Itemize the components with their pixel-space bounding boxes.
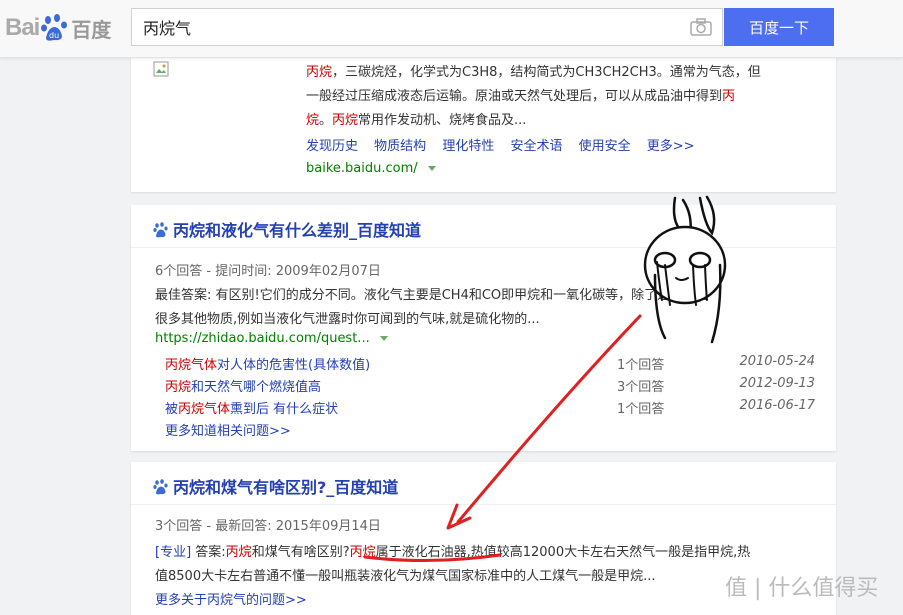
search-input[interactable]	[132, 9, 672, 45]
paw-icon: du	[40, 14, 70, 42]
divider	[131, 247, 836, 248]
baike-url[interactable]: baike.baidu.com/	[306, 161, 436, 176]
camera-icon[interactable]	[690, 18, 712, 36]
answer-line-1: [专业] 答案:丙烷和煤气有啥区别?丙烷属于液化石油器,热值较高12000大卡左…	[155, 545, 751, 560]
zhidao-title-row-2[interactable]: 丙烷和煤气有啥区别?_百度知道	[153, 474, 398, 499]
broken-image-icon[interactable]	[153, 61, 169, 81]
search-box[interactable]	[131, 8, 723, 46]
sublink-history[interactable]: 发现历史	[306, 139, 358, 154]
answer-meta: 6个回答 - 提问时间: 2009年02月07日	[155, 264, 381, 279]
zhidao-url-1[interactable]: https://zhidao.baidu.com/quest...	[155, 331, 388, 346]
sublink-properties[interactable]: 理化特性	[442, 139, 494, 154]
dropdown-arrow-icon[interactable]	[427, 166, 436, 171]
related-question-row[interactable]: 丙烷气体对人体的危害性(具体数值) 1个回答 2010-05-24	[165, 354, 815, 374]
pro-tag: [专业]	[155, 545, 192, 560]
answer-meta: 3个回答 - 最新回答: 2015年09月14日	[155, 519, 381, 534]
baike-line-3: 烷。丙烷常用作发动机、烧烤食品及...	[306, 113, 527, 128]
baike-line-2: 一般经过压缩成液态后运输。原油或天然气处理后，可以从成品油中得到丙	[306, 89, 736, 104]
search-button[interactable]: 百度一下	[724, 8, 834, 46]
baike-line-1: 丙烷，三碳烷烃，化学式为C3H8，结构简式为CH3CH2CH3。通常为气态，但	[306, 65, 761, 80]
zhidao-paw-icon	[153, 479, 169, 499]
baidu-logo[interactable]: Bai du 百度	[5, 8, 111, 48]
zhidao-result-card-1: 丙烷和液化气有什么差别_百度知道 6个回答 - 提问时间: 2009年02月07…	[131, 205, 836, 451]
zhidao-paw-icon	[153, 222, 169, 242]
sublink-structure[interactable]: 物质结构	[374, 139, 426, 154]
sublink-more[interactable]: 更多>>	[647, 139, 695, 154]
header: Bai du 百度 百度一下	[0, 0, 903, 58]
more-questions-link[interactable]: 更多关于丙烷气的问题>>	[155, 589, 307, 608]
sublink-safety-terms[interactable]: 安全术语	[510, 139, 562, 154]
best-answer-line-1: 最佳答案: 有区别!它们的成分不同。液化气主要是CH4和CO即甲烷和一氧化碳等，…	[155, 288, 710, 303]
sublink-safe-use[interactable]: 使用安全	[579, 139, 631, 154]
svg-text:du: du	[49, 31, 59, 40]
best-answer-line-2: 很多其他物质,例如当液化气泄露时你可闻到的气味,就是硫化物的...	[155, 312, 540, 327]
watermark: 值 | 什么值得买	[725, 576, 879, 601]
zhidao-title-row-1[interactable]: 丙烷和液化气有什么差别_百度知道	[153, 217, 421, 242]
baike-sublinks: 发现历史 物质结构 理化特性 安全术语 使用安全 更多>>	[306, 135, 695, 154]
related-question-row[interactable]: 丙烷和天然气哪个燃烧值高 3个回答 2012-09-13	[165, 376, 815, 396]
answer-line-2: 值8500大卡左右普通不懂一般叫瓶装液化气为煤气国家标准中的人工煤气一般是甲烷.…	[155, 569, 656, 584]
divider	[131, 504, 836, 505]
more-zhidao-link[interactable]: 更多知道相关问题>>	[165, 420, 291, 439]
dropdown-arrow-icon[interactable]	[379, 336, 388, 341]
related-question-row[interactable]: 被丙烷气体熏到后 有什么症状 1个回答 2016-06-17	[165, 398, 815, 418]
baike-result-card: 丙烷，三碳烷烃，化学式为C3H8，结构简式为CH3CH2CH3。通常为气态，但 …	[131, 55, 836, 192]
